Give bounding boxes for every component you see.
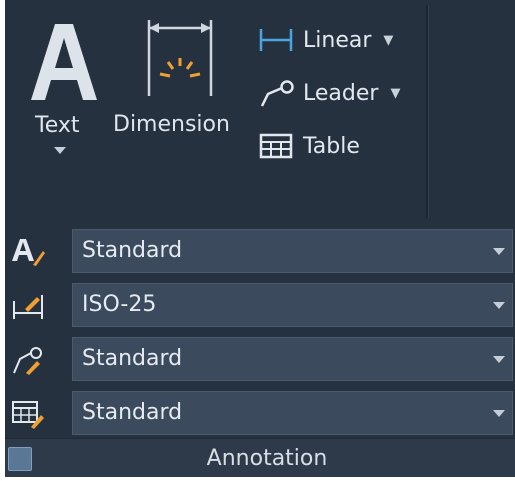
table-icon (257, 131, 295, 161)
dimension-button[interactable]: Dimension (113, 10, 248, 137)
dimension-button-label: Dimension (113, 112, 230, 137)
table-style-row: Standard (5, 390, 515, 438)
dropdown-caret-icon (493, 356, 505, 363)
leader-button[interactable]: Leader ▼ (257, 73, 422, 113)
multileader-style-row: Standard (5, 336, 515, 384)
dimension-style-row: ISO-25 (5, 282, 515, 330)
text-style-value: Standard (82, 238, 183, 263)
table-style-icon (12, 401, 44, 429)
dimension-style-icon (13, 295, 43, 319)
multileader-style-dropdown[interactable]: Standard (72, 337, 513, 381)
text-icon (31, 24, 97, 100)
text-button-label: Text (35, 113, 80, 138)
panel-footer: Annotation (5, 438, 515, 477)
separator (426, 5, 429, 218)
dropdown-caret-icon (493, 410, 505, 417)
multileader-style-value: Standard (82, 346, 183, 371)
chevron-down-icon (54, 147, 66, 154)
table-label: Table (303, 133, 360, 159)
chevron-down-icon[interactable]: ▼ (390, 86, 400, 101)
table-button[interactable]: Table (257, 126, 422, 166)
linear-label: Linear (303, 27, 372, 53)
table-style-dropdown[interactable]: Standard (72, 391, 513, 435)
multileader-style-icon (13, 347, 42, 375)
text-style-row: Standard (5, 228, 515, 276)
multileader-icon (257, 78, 295, 108)
linear-button[interactable]: Linear ▼ (257, 20, 422, 60)
text-style-dropdown[interactable]: Standard (72, 229, 513, 273)
dimension-icon (147, 20, 213, 96)
dimension-style-dropdown[interactable]: ISO-25 (72, 283, 513, 327)
chevron-down-icon[interactable]: ▼ (383, 33, 393, 48)
dropdown-caret-icon (493, 248, 505, 255)
text-button[interactable]: Text (23, 10, 103, 160)
panel-title[interactable]: Annotation (5, 439, 515, 477)
text-style-icon (12, 239, 45, 266)
linear-dimension-icon (257, 25, 295, 55)
dropdown-caret-icon (493, 302, 505, 309)
dimension-style-value: ISO-25 (82, 292, 157, 317)
table-style-value: Standard (82, 400, 183, 425)
annotation-panel: Text Dimension Linear ▼ Leader ▼ Table S… (5, 0, 515, 477)
leader-label: Leader (303, 80, 379, 106)
